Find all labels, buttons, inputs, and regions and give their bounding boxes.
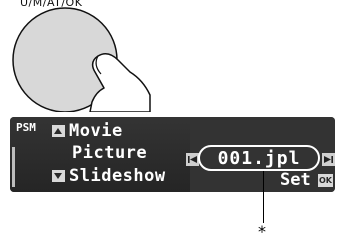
menu-panel: PSM Movie Picture Slideshow [10, 117, 190, 192]
arrow-up-icon [52, 125, 65, 137]
menu-item-label: Picture [72, 143, 148, 163]
menu-item-movie[interactable]: Movie [52, 121, 123, 141]
skip-forward-icon[interactable] [322, 153, 335, 166]
ok-button[interactable]: OK [318, 174, 333, 187]
footnote-marker: * [258, 222, 266, 241]
set-label: Set [280, 170, 311, 190]
menu-item-label: Movie [69, 121, 123, 141]
menu-bar-indicator [12, 147, 15, 187]
file-name: 001.jpl [198, 145, 320, 171]
menu-item-picture[interactable]: Picture [72, 143, 147, 163]
knob-illustration [12, 7, 151, 112]
menu-item-slideshow[interactable]: Slideshow [52, 166, 166, 186]
menu-item-label: Slideshow [69, 166, 166, 186]
callout-line [263, 171, 264, 223]
skip-back-icon[interactable] [186, 153, 199, 166]
mode-indicator: PSM [16, 121, 36, 134]
arrow-down-icon [52, 170, 65, 182]
